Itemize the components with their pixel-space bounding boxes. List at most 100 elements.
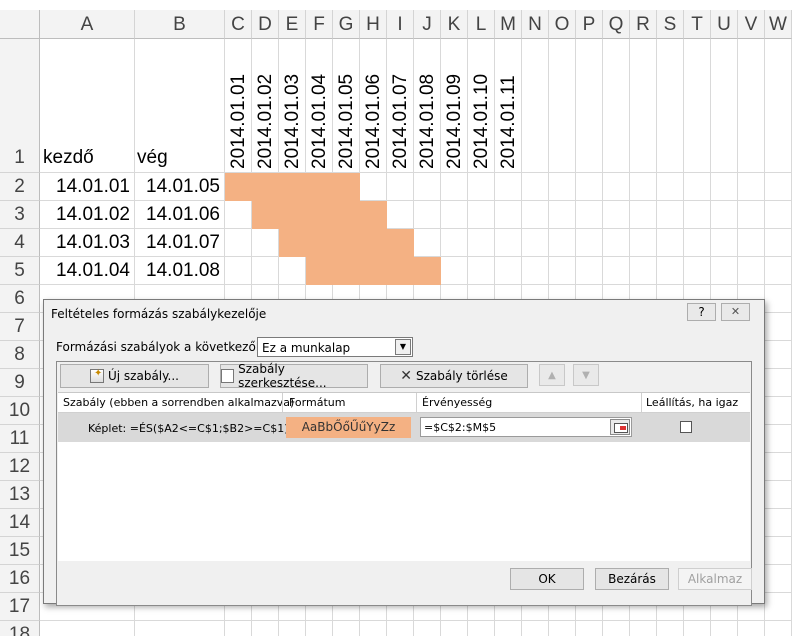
cell[interactable]: [765, 621, 792, 636]
column-header-d[interactable]: D: [252, 10, 279, 39]
cell[interactable]: [252, 621, 279, 636]
column-header-s[interactable]: S: [657, 10, 684, 39]
applies-to-field[interactable]: =$C$2:$M$5: [420, 417, 632, 437]
cell[interactable]: [387, 621, 414, 636]
cell[interactable]: [684, 229, 711, 257]
cell[interactable]: [765, 313, 792, 341]
cell[interactable]: [549, 39, 576, 173]
cell[interactable]: [225, 201, 252, 229]
cell[interactable]: [630, 229, 657, 257]
cell[interactable]: [549, 229, 576, 257]
cell[interactable]: [360, 201, 387, 229]
cell[interactable]: [576, 173, 603, 201]
cell[interactable]: [657, 229, 684, 257]
cell[interactable]: [522, 229, 549, 257]
column-header-t[interactable]: T: [684, 10, 711, 39]
cell[interactable]: 14.01.08: [135, 257, 225, 285]
cell[interactable]: [495, 257, 522, 285]
cell[interactable]: [135, 621, 225, 636]
cell[interactable]: 14.01.05: [135, 173, 225, 201]
ok-button[interactable]: OK: [510, 568, 584, 590]
cell[interactable]: [387, 201, 414, 229]
cell[interactable]: [576, 201, 603, 229]
cell[interactable]: [576, 621, 603, 636]
column-header-b[interactable]: B: [135, 10, 225, 39]
cell[interactable]: [522, 257, 549, 285]
cell[interactable]: [387, 173, 414, 201]
cell[interactable]: [549, 621, 576, 636]
cell[interactable]: 14.01.01: [40, 173, 135, 201]
delete-rule-button[interactable]: ✕ Szabály törlése: [380, 364, 528, 388]
cell[interactable]: [468, 173, 495, 201]
cell[interactable]: [765, 565, 792, 593]
cell[interactable]: [306, 229, 333, 257]
column-header-m[interactable]: M: [495, 10, 522, 39]
cell[interactable]: [765, 341, 792, 369]
cell[interactable]: [40, 621, 135, 636]
help-button[interactable]: ?: [687, 303, 716, 321]
cell[interactable]: [522, 173, 549, 201]
cell[interactable]: [630, 39, 657, 173]
row-header-13[interactable]: 13: [0, 481, 40, 509]
cell[interactable]: [684, 621, 711, 636]
column-header-l[interactable]: L: [468, 10, 495, 39]
cell[interactable]: [765, 537, 792, 565]
row-header-10[interactable]: 10: [0, 397, 40, 425]
cell[interactable]: [279, 201, 306, 229]
row-header-1[interactable]: 1: [0, 39, 40, 173]
move-up-button[interactable]: ▲: [539, 364, 565, 386]
apply-button[interactable]: Alkalmaz: [678, 568, 752, 590]
column-header-i[interactable]: I: [387, 10, 414, 39]
cell[interactable]: [603, 39, 630, 173]
column-header-n[interactable]: N: [522, 10, 549, 39]
column-header-v[interactable]: V: [738, 10, 765, 39]
cell[interactable]: [738, 39, 765, 173]
range-picker-icon[interactable]: [610, 419, 630, 435]
cell[interactable]: [684, 257, 711, 285]
cell[interactable]: [657, 621, 684, 636]
cell[interactable]: [576, 39, 603, 173]
column-header-r[interactable]: R: [630, 10, 657, 39]
cell[interactable]: [711, 173, 738, 201]
cell[interactable]: [738, 257, 765, 285]
cell[interactable]: [765, 39, 792, 173]
cell[interactable]: [711, 229, 738, 257]
row-header-6[interactable]: 6: [0, 285, 40, 313]
cell[interactable]: [765, 201, 792, 229]
cell[interactable]: [441, 201, 468, 229]
cell[interactable]: [441, 257, 468, 285]
column-header-j[interactable]: J: [414, 10, 441, 39]
close-dialog-button[interactable]: ✕: [721, 303, 750, 321]
column-header-a[interactable]: A: [40, 10, 135, 39]
cell[interactable]: [252, 229, 279, 257]
cell[interactable]: [711, 257, 738, 285]
row-header-9[interactable]: 9: [0, 369, 40, 397]
cell[interactable]: [333, 201, 360, 229]
select-all-corner[interactable]: [0, 10, 40, 39]
cell[interactable]: [468, 621, 495, 636]
cell[interactable]: [306, 201, 333, 229]
row-header-2[interactable]: 2: [0, 173, 40, 201]
column-header-o[interactable]: O: [549, 10, 576, 39]
cell[interactable]: [387, 257, 414, 285]
cell[interactable]: [414, 621, 441, 636]
row-header-14[interactable]: 14: [0, 509, 40, 537]
cell[interactable]: [765, 425, 792, 453]
cell[interactable]: [765, 173, 792, 201]
cell[interactable]: [765, 453, 792, 481]
row-header-18[interactable]: 18: [0, 621, 40, 636]
cell[interactable]: [225, 621, 252, 636]
cell[interactable]: [603, 201, 630, 229]
cell[interactable]: [225, 173, 252, 201]
cell[interactable]: [522, 621, 549, 636]
cell[interactable]: [468, 229, 495, 257]
cell[interactable]: [495, 173, 522, 201]
stop-if-true-checkbox[interactable]: [680, 421, 692, 433]
cell[interactable]: [765, 257, 792, 285]
column-header-e[interactable]: E: [279, 10, 306, 39]
cell[interactable]: 14.01.07: [135, 229, 225, 257]
edit-rule-button[interactable]: Szabály szerkesztése...: [220, 362, 368, 390]
cell[interactable]: [414, 201, 441, 229]
row-header-3[interactable]: 3: [0, 201, 40, 229]
cell[interactable]: [360, 257, 387, 285]
